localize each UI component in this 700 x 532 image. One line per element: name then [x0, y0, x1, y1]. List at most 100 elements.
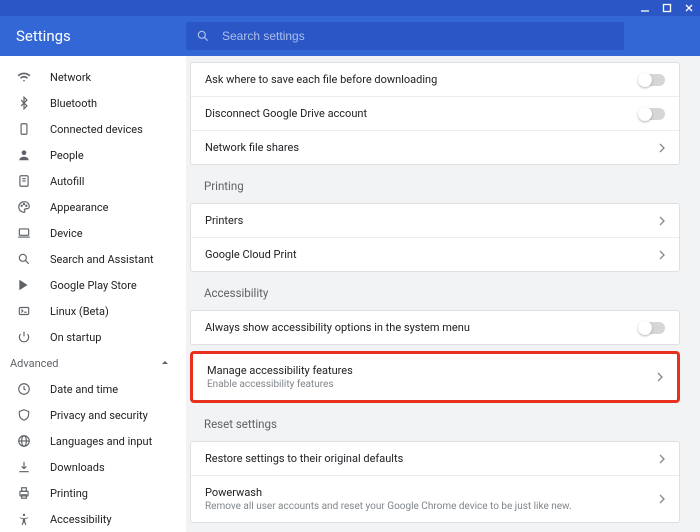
- main-content: Ask where to save each file before downl…: [186, 56, 700, 532]
- sidebar-item-device[interactable]: Device: [0, 220, 186, 246]
- row-ask-where[interactable]: Ask where to save each file before downl…: [191, 63, 679, 97]
- clock-icon: [16, 381, 32, 397]
- sidebar-item-search-and-assistant[interactable]: Search and Assistant: [0, 246, 186, 272]
- power-icon: [16, 329, 32, 345]
- row-cloud-print[interactable]: Google Cloud Print: [191, 238, 679, 271]
- reset-card: Restore settings to their original defau…: [190, 441, 680, 523]
- page-title: Settings: [0, 27, 186, 45]
- row-printers[interactable]: Printers: [191, 204, 679, 238]
- laptop-icon: [16, 225, 32, 241]
- app-header: Settings: [0, 16, 700, 56]
- sidebar-item-label: Connected devices: [50, 123, 143, 136]
- sidebar-item-accessibility[interactable]: Accessibility: [0, 506, 186, 532]
- sidebar-item-label: Languages and input: [50, 435, 152, 448]
- sidebar-item-label: Bluetooth: [50, 97, 97, 110]
- search-box[interactable]: [186, 22, 624, 50]
- search-input[interactable]: [222, 29, 614, 43]
- linux-icon: [16, 303, 32, 319]
- manage-a11y-label: Manage accessibility features: [207, 364, 353, 377]
- row-always-show-a11y[interactable]: Always show accessibility options in the…: [191, 311, 679, 344]
- sidebar-item-label: Search and Assistant: [50, 253, 154, 266]
- toggle-disconnect-drive[interactable]: [639, 108, 665, 120]
- restore-label: Restore settings to their original defau…: [205, 452, 403, 465]
- sidebar-item-downloads[interactable]: Downloads: [0, 454, 186, 480]
- sidebar-item-privacy-and-security[interactable]: Privacy and security: [0, 402, 186, 428]
- shield-icon: [16, 407, 32, 423]
- accessibility-title: Accessibility: [204, 286, 680, 300]
- sidebar-item-date-and-time[interactable]: Date and time: [0, 376, 186, 402]
- sidebar-item-people[interactable]: People: [0, 142, 186, 168]
- manage-accessibility-card: Manage accessibility features Enable acc…: [190, 351, 680, 403]
- sidebar-item-label: Device: [50, 227, 83, 240]
- wifi-icon: [16, 69, 32, 85]
- sidebar-advanced-header[interactable]: Advanced: [0, 350, 186, 376]
- cloud-print-label: Google Cloud Print: [205, 248, 297, 261]
- manage-a11y-sub: Enable accessibility features: [207, 379, 353, 390]
- devices-icon: [16, 121, 32, 137]
- sidebar-item-linux-beta-[interactable]: Linux (Beta): [0, 298, 186, 324]
- toggle-ask-where[interactable]: [639, 74, 665, 86]
- sidebar-item-appearance[interactable]: Appearance: [0, 194, 186, 220]
- sidebar-item-bluetooth[interactable]: Bluetooth: [0, 90, 186, 116]
- downloads-card: Ask where to save each file before downl…: [190, 62, 680, 165]
- row-powerwash[interactable]: Powerwash Remove all user accounts and r…: [191, 476, 679, 522]
- always-show-label: Always show accessibility options in the…: [205, 321, 470, 334]
- play-store-icon: [16, 277, 32, 293]
- search-icon: [196, 29, 210, 43]
- sidebar-item-network[interactable]: Network: [0, 64, 186, 90]
- chevron-right-icon: [657, 372, 663, 382]
- minimize-icon[interactable]: [638, 1, 652, 15]
- row-manage-accessibility[interactable]: Manage accessibility features Enable acc…: [193, 354, 677, 400]
- search-assistant-icon: [16, 251, 32, 267]
- sidebar-item-languages-and-input[interactable]: Languages and input: [0, 428, 186, 454]
- chevron-right-icon: [659, 216, 665, 226]
- sidebar-item-label: Google Play Store: [50, 279, 137, 292]
- person-icon: [16, 147, 32, 163]
- disconnect-drive-label: Disconnect Google Drive account: [205, 107, 367, 120]
- accessibility-card-1: Always show accessibility options in the…: [190, 310, 680, 345]
- chevron-right-icon: [659, 454, 665, 464]
- sidebar-item-label: Printing: [50, 487, 88, 500]
- close-icon[interactable]: [682, 1, 696, 15]
- row-network-shares[interactable]: Network file shares: [191, 131, 679, 164]
- printing-title: Printing: [204, 179, 680, 193]
- reset-title: Reset settings: [204, 417, 680, 431]
- sidebar-item-label: Date and time: [50, 383, 118, 396]
- printer-icon: [16, 485, 32, 501]
- sidebar-item-label: On startup: [50, 331, 101, 344]
- network-shares-label: Network file shares: [205, 141, 299, 154]
- sidebar-item-label: Appearance: [50, 201, 109, 214]
- chevron-up-icon: [160, 358, 170, 368]
- globe-icon: [16, 433, 32, 449]
- autofill-icon: [16, 173, 32, 189]
- powerwash-sub: Remove all user accounts and reset your …: [205, 501, 572, 512]
- maximize-icon[interactable]: [660, 1, 674, 15]
- sidebar-item-label: Network: [50, 71, 91, 84]
- powerwash-label: Powerwash: [205, 486, 572, 499]
- row-disconnect-drive[interactable]: Disconnect Google Drive account: [191, 97, 679, 131]
- sidebar-item-printing[interactable]: Printing: [0, 480, 186, 506]
- sidebar-item-label: Autofill: [50, 175, 84, 188]
- sidebar-item-autofill[interactable]: Autofill: [0, 168, 186, 194]
- sidebar-item-label: Downloads: [50, 461, 105, 474]
- printing-card: Printers Google Cloud Print: [190, 203, 680, 272]
- titlebar: [0, 0, 700, 16]
- advanced-label: Advanced: [10, 357, 58, 370]
- download-icon: [16, 459, 32, 475]
- row-restore-defaults[interactable]: Restore settings to their original defau…: [191, 442, 679, 476]
- sidebar-item-label: Accessibility: [50, 513, 112, 526]
- palette-icon: [16, 199, 32, 215]
- sidebar-item-google-play-store[interactable]: Google Play Store: [0, 272, 186, 298]
- sidebar-item-on-startup[interactable]: On startup: [0, 324, 186, 350]
- sidebar-item-label: Linux (Beta): [50, 305, 109, 318]
- chevron-right-icon: [659, 143, 665, 153]
- ask-where-label: Ask where to save each file before downl…: [205, 73, 437, 86]
- sidebar-item-label: Privacy and security: [50, 409, 148, 422]
- toggle-always-show[interactable]: [639, 322, 665, 334]
- bluetooth-icon: [16, 95, 32, 111]
- accessibility-icon: [16, 511, 32, 527]
- sidebar: Network Bluetooth Connected devices People A…: [0, 56, 186, 532]
- chevron-right-icon: [659, 494, 665, 504]
- sidebar-item-label: People: [50, 149, 84, 162]
- sidebar-item-connected-devices[interactable]: Connected devices: [0, 116, 186, 142]
